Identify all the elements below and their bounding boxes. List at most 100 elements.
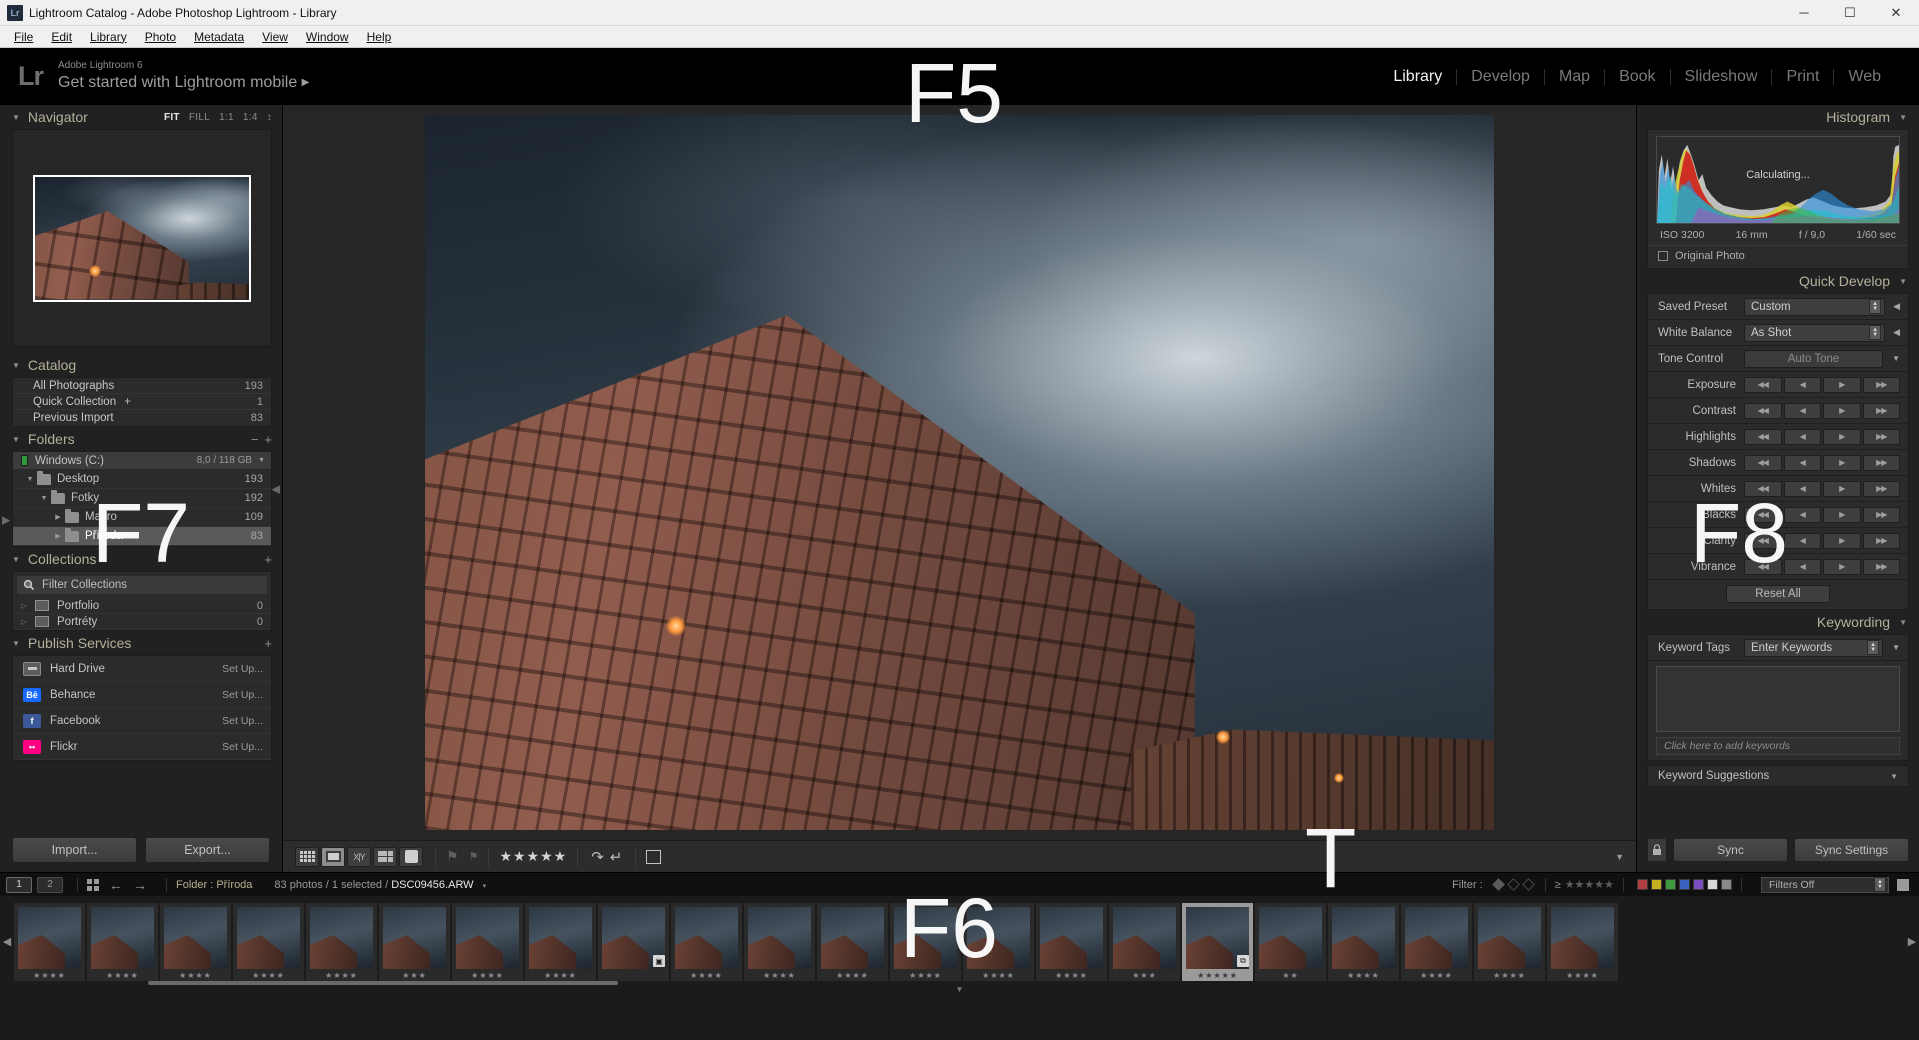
zoom-mode-1-4[interactable]: 1:4 [243,112,258,123]
color-label-green[interactable] [1665,879,1676,890]
keywording-header[interactable]: Keywording ▼ [1637,610,1919,634]
filmstrip-thumbnail[interactable]: ★★★★ [671,903,742,981]
thumbnail-badge-icon[interactable]: ⧉ [1237,955,1249,967]
thumbnail-rating[interactable]: ★★★★★ [1182,969,1253,981]
filmstrip-thumbnail[interactable]: ▣ [598,903,669,981]
collection-row[interactable]: ▷ Portréty 0 [13,614,271,630]
histogram-header[interactable]: Histogram ▼ [1637,105,1919,129]
thumbnail-badge-icon[interactable]: ▣ [653,955,665,967]
folder-row-selected[interactable]: ▶ Příroda 83 [13,527,271,546]
filmstrip-horizontal-scrollbar[interactable] [148,981,618,985]
collapse-triangle-icon[interactable]: ▼ [1899,113,1907,122]
disclosure-triangle-icon[interactable]: ▼ [37,495,51,502]
contrast-big-decrease[interactable]: ◀◀ [1744,402,1782,419]
whites-big-decrease[interactable]: ◀◀ [1744,480,1782,497]
filmstrip-thumbnail[interactable]: ★★★★ [452,903,523,981]
exposure-big-increase[interactable]: ▶▶ [1862,376,1900,393]
compare-view-button[interactable]: X|Y [347,846,371,867]
thumbnail-rating[interactable]: ★★★★ [817,969,888,981]
publish-services-header[interactable]: ▼ Publish Services + [0,631,282,655]
keyword-chevron-icon[interactable]: ▼ [1892,643,1900,652]
publish-service-flickr[interactable]: •• Flickr Set Up... [13,734,271,760]
quick-develop-header[interactable]: Quick Develop ▼ [1637,269,1919,293]
collection-row[interactable]: ▷ Portfolio 0 [13,598,271,614]
maximize-button[interactable]: ☐ [1827,0,1873,25]
vibrance-decrease[interactable]: ◀ [1783,558,1821,575]
catalog-item-previous-import[interactable]: Previous Import 83 [13,410,271,426]
people-view-button[interactable] [399,846,423,867]
zoom-mode-1-1[interactable]: 1:1 [219,112,234,123]
exposure-increase[interactable]: ▶ [1823,376,1861,393]
whites-increase[interactable]: ▶ [1823,480,1861,497]
highlights-increase[interactable]: ▶ [1823,428,1861,445]
keyword-suggestions-header[interactable]: Keyword Suggestions ▼ [1647,765,1909,787]
thumbnail-rating[interactable]: ★★★★ [1401,969,1472,981]
grid-view-icon[interactable] [87,878,99,891]
auto-tone-button[interactable]: Auto Tone [1744,349,1884,368]
blacks-big-decrease[interactable]: ◀◀ [1744,506,1782,523]
keyword-text-area[interactable] [1656,666,1900,732]
zoom-stepper-icon[interactable]: ↕ [267,112,272,123]
import-button[interactable]: Import... [12,837,137,863]
thumbnail-rating[interactable]: ★★★★ [14,969,85,981]
shadows-increase[interactable]: ▶ [1823,454,1861,471]
thumbnail-rating[interactable]: ★★ [1255,969,1326,981]
loupe-view-button[interactable] [321,846,345,867]
disclosure-triangle-icon[interactable]: ▷ [13,602,35,610]
whites-decrease[interactable]: ◀ [1783,480,1821,497]
sync-settings-button[interactable]: Sync Settings [1794,838,1909,862]
loupe-image-area[interactable] [283,105,1636,840]
color-label-red[interactable] [1637,879,1648,890]
add-folder-button[interactable]: + [264,432,272,447]
thumbnail-rating[interactable]: ★★★ [1109,969,1180,981]
filmstrip-thumbnail[interactable]: ★★★★ [233,903,304,981]
setup-link[interactable]: Set Up... [222,715,263,727]
filter-collections-input[interactable]: Filter Collections [16,575,268,595]
spinner-icon[interactable]: ▲ ▼ [1869,325,1882,340]
filmstrip-thumbnail[interactable]: ★★★★ [160,903,231,981]
collapse-triangle-icon[interactable]: ▼ [12,555,20,564]
thumbnail-rating[interactable]: ★★★★ [233,969,304,981]
filmstrip-thumbnail[interactable]: ★★★ [1109,903,1180,981]
rating-filter-stars[interactable]: ★★★★★ [1565,878,1614,891]
collections-header[interactable]: ▼ Collections + [0,547,282,571]
shadows-big-decrease[interactable]: ◀◀ [1744,454,1782,471]
filmstrip-thumbnail[interactable]: ★★★ [379,903,450,981]
vibrance-increase[interactable]: ▶ [1823,558,1861,575]
zoom-mode-fit[interactable]: FIT [164,112,180,123]
filmstrip-thumbnail[interactable]: ★★★★ [525,903,596,981]
contrast-decrease[interactable]: ◀ [1783,402,1821,419]
color-label-none[interactable] [1721,879,1732,890]
blacks-big-increase[interactable]: ▶▶ [1862,506,1900,523]
white-balance-select[interactable]: As Shot ▲ ▼ [1744,323,1886,342]
color-label-yellow[interactable] [1651,879,1662,890]
thumbnail-rating[interactable]: ★★★★ [87,969,158,981]
filmstrip-thumbnail-selected[interactable]: ⧉ ★★★★★ [1182,903,1253,981]
menu-item-view[interactable]: View [253,28,297,46]
highlights-big-increase[interactable]: ▶▶ [1862,428,1900,445]
collapse-triangle-icon[interactable]: ▼ [12,113,20,122]
wb-prev-icon[interactable]: ◀ [1893,327,1900,338]
checkbox-icon[interactable] [1658,251,1668,261]
module-web[interactable]: Web [1834,68,1895,86]
sync-lock-button[interactable] [1647,838,1667,862]
folders-header[interactable]: ▼ Folders − + [0,427,282,451]
thumbnail-rating[interactable]: ★★★★ [744,969,815,981]
thumbnail-rating[interactable]: ★★★★ [890,969,961,981]
module-book[interactable]: Book [1605,68,1669,86]
folder-row[interactable]: ▼ Desktop 193 [13,470,271,489]
thumbnail-rating[interactable]: ★★★★ [1474,969,1545,981]
thumbnail-rating[interactable]: ★★★★ [1547,969,1618,981]
rating-stars[interactable]: ★★★★★ [499,848,567,865]
rotate-right-icon[interactable]: ↷ [591,848,604,866]
menu-item-help[interactable]: Help [358,28,401,46]
module-print[interactable]: Print [1772,68,1833,86]
disclosure-triangle-icon[interactable]: ▶ [51,532,65,540]
drive-chevron-icon[interactable]: ▼ [258,457,265,464]
module-library[interactable]: Library [1379,68,1456,86]
whites-big-increase[interactable]: ▶▶ [1862,480,1900,497]
highlights-big-decrease[interactable]: ◀◀ [1744,428,1782,445]
sync-button[interactable]: Sync [1673,838,1788,862]
flag-neutral-filter-icon[interactable] [1506,878,1520,891]
menu-item-photo[interactable]: Photo [136,28,185,46]
